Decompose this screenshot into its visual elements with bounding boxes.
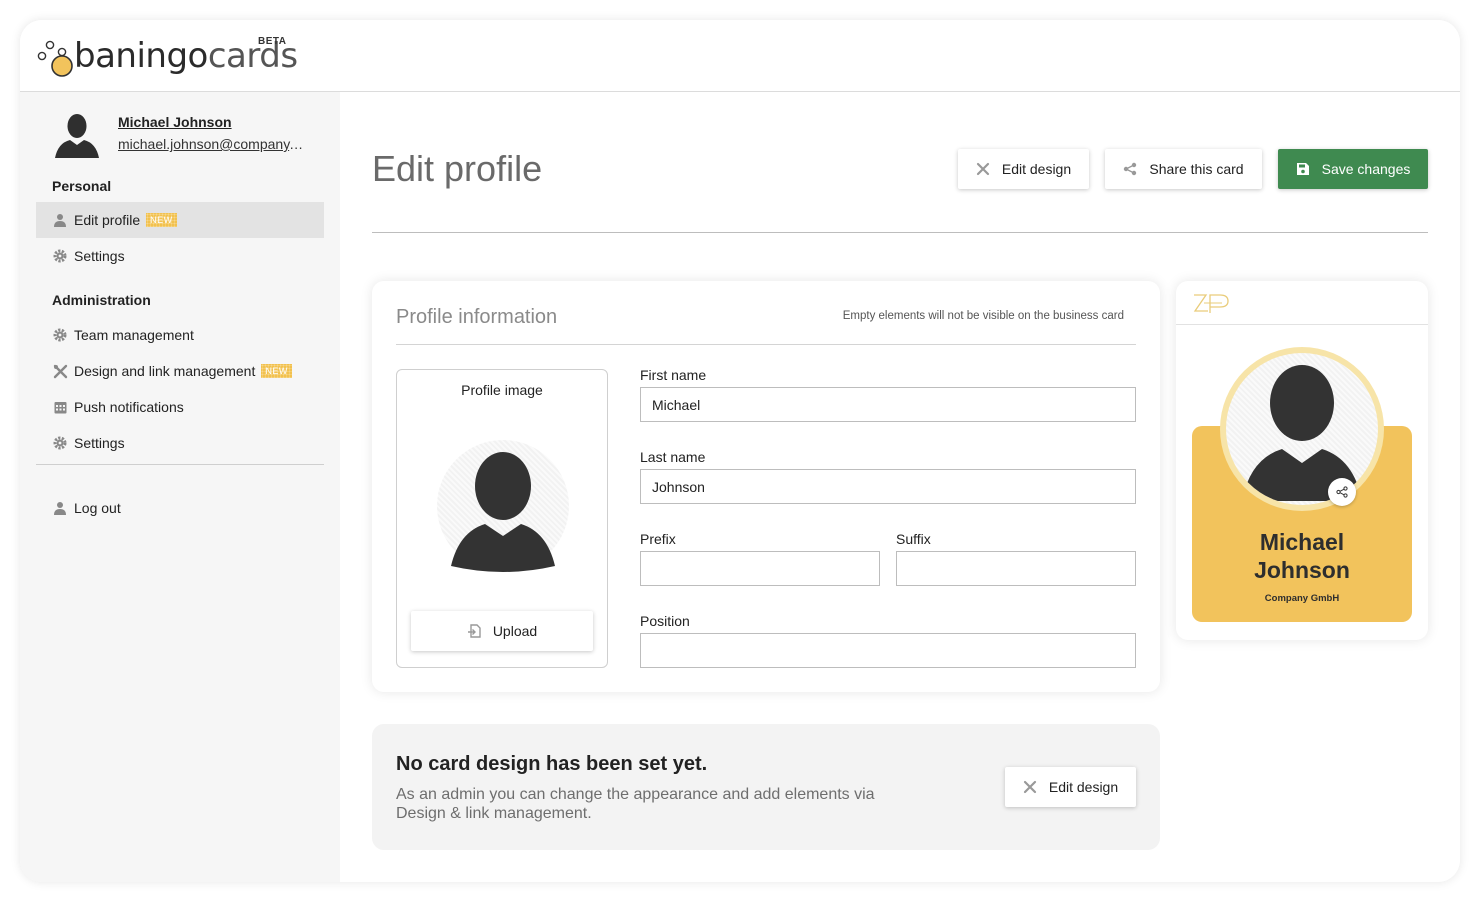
position-input[interactable] [640, 633, 1136, 668]
main-content: Edit profile Edit design Share this card… [340, 92, 1460, 882]
prefix-input[interactable] [640, 551, 880, 586]
user-icon [52, 500, 68, 516]
personal-heading: Personal [52, 178, 112, 194]
prefix-label: Prefix [640, 531, 676, 547]
notice-edit-design-button[interactable]: Edit design [1005, 767, 1136, 807]
last-name-label: Last name [640, 449, 706, 465]
save-icon [1296, 163, 1309, 175]
gear-icon [52, 248, 68, 264]
upload-label: Upload [492, 623, 538, 639]
suffix-input[interactable] [896, 551, 1136, 586]
save-changes-button[interactable]: Save changes [1278, 149, 1428, 189]
tools-icon [1023, 780, 1036, 794]
sidebar-divider [36, 464, 324, 465]
logo-dots-icon [37, 40, 73, 77]
profile-image-box: Profile image Upload [396, 369, 608, 668]
calendar-icon [52, 399, 68, 415]
sidebar-item-label: Push notifications [74, 399, 184, 415]
sidebar-item-push-notifications[interactable]: Push notifications [36, 389, 324, 425]
sidebar-item-label: Team management [74, 327, 194, 343]
share-icon [1124, 162, 1137, 176]
edit-design-label: Edit design [1001, 161, 1072, 177]
gear-icon [52, 327, 68, 343]
gear-icon [52, 435, 68, 451]
sidebar-item-label: Settings [74, 248, 125, 264]
notice-title: No card design has been set yet. [396, 753, 708, 775]
notice-edit-design-label: Edit design [1048, 779, 1119, 795]
zp-logo-icon [1193, 294, 1229, 313]
tools-icon [52, 363, 68, 379]
card-person-name: Michael Johnson [1192, 528, 1412, 584]
card-avatar [1226, 353, 1378, 505]
card-last-name: Johnson [1254, 557, 1350, 583]
first-name-label: First name [640, 367, 707, 383]
person-silhouette-icon [1242, 365, 1362, 501]
top-bar: baningocards BETA [20, 20, 1460, 92]
last-name-input[interactable]: Johnson [640, 469, 1136, 504]
sidebar-item-log-out[interactable]: Log out [36, 490, 324, 526]
app-window: baningocards BETA Michael Johnson michae… [20, 20, 1460, 882]
user-name-link[interactable]: Michael Johnson [118, 114, 232, 130]
card-divider [396, 344, 1136, 345]
first-name-input[interactable]: Michael [640, 387, 1136, 422]
page-title: Edit profile [372, 148, 543, 189]
avatar [55, 114, 99, 158]
person-silhouette-icon [451, 452, 555, 572]
card-first-name: Michael [1259, 529, 1345, 555]
profile-card-title: Profile information [396, 306, 558, 328]
position-label: Position [640, 613, 690, 629]
sidebar-item-design-link-management[interactable]: Design and link management NEW [36, 353, 324, 389]
baningo-cards-logo[interactable]: baningocards BETA [36, 34, 298, 80]
administration-heading: Administration [52, 292, 151, 308]
edit-design-button[interactable]: Edit design [958, 149, 1089, 189]
share-card-button[interactable]: Share this card [1105, 149, 1262, 189]
sidebar-item-settings[interactable]: Settings [36, 238, 324, 274]
notice-text: As an admin you can change the appearanc… [396, 786, 875, 822]
new-badge: NEW [261, 364, 292, 378]
preview-header-divider [1176, 324, 1428, 325]
no-design-notice: No card design has been set yet. As an a… [372, 724, 1160, 850]
profile-image-placeholder [437, 440, 569, 572]
sidebar-item-edit-profile[interactable]: Edit profile NEW [36, 202, 324, 238]
sidebar: Michael Johnson michael.johnson@company.… [20, 92, 340, 882]
sidebar-item-label: Design and link management [74, 363, 256, 379]
card-share-button[interactable] [1328, 478, 1356, 506]
share-icon [1336, 486, 1348, 498]
sidebar-item-team-management[interactable]: Team management [36, 317, 324, 353]
user-icon [52, 212, 68, 228]
user-block: Michael Johnson michael.johnson@company.… [52, 110, 322, 166]
profile-information-card: Profile information Empty elements will … [372, 281, 1160, 692]
tools-icon [976, 162, 989, 176]
sidebar-item-label: Edit profile [74, 212, 141, 228]
share-card-label: Share this card [1149, 161, 1244, 177]
sidebar-item-label: Settings [74, 435, 125, 451]
sidebar-item-admin-settings[interactable]: Settings [36, 425, 324, 461]
card-company: Company GmbH [1264, 593, 1340, 604]
upload-button[interactable]: Upload [411, 611, 593, 651]
beta-badge: BETA [258, 36, 287, 47]
profile-card-hint: Empty elements will not be visible on th… [842, 310, 1124, 322]
new-badge: NEW [146, 213, 177, 227]
save-changes-label: Save changes [1321, 161, 1411, 177]
suffix-label: Suffix [896, 531, 931, 547]
user-email-link[interactable]: michael.johnson@company.com [118, 136, 306, 152]
title-divider [372, 232, 1428, 233]
sidebar-item-label: Log out [74, 500, 121, 516]
logo-wordmark-bold: baningo [74, 36, 208, 76]
profile-image-label: Profile image [461, 382, 543, 398]
upload-file-icon [467, 624, 481, 638]
business-card-preview: Michael Johnson Company GmbH [1176, 281, 1428, 640]
